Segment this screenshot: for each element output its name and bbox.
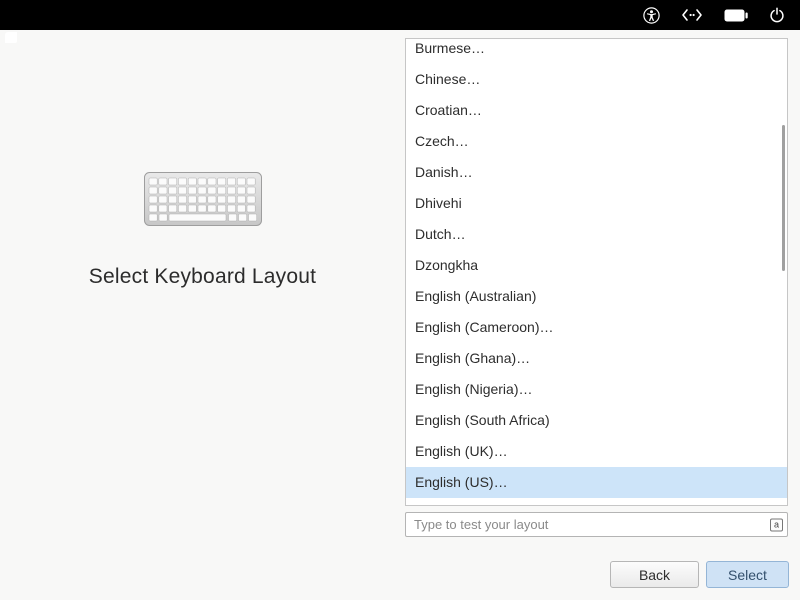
select-button[interactable]: Select — [706, 561, 789, 588]
layout-list-item[interactable]: English (Australian) — [406, 281, 787, 312]
layout-list-item[interactable]: English (Nigeria)… — [406, 374, 787, 405]
layout-list-item[interactable]: Croatian… — [406, 95, 787, 126]
network-icon[interactable] — [681, 8, 703, 22]
action-bar: Back Select — [610, 561, 789, 588]
keyboard-preview-icon[interactable]: a — [770, 518, 783, 531]
layout-list-item[interactable]: Czech… — [406, 126, 787, 157]
list-scrollbar[interactable] — [782, 125, 785, 271]
layout-list-item[interactable]: Danish… — [406, 157, 787, 188]
layout-list-item[interactable]: English (UK)… — [406, 436, 787, 467]
layout-list-item[interactable]: English (Ghana)… — [406, 343, 787, 374]
layout-test-input[interactable] — [405, 512, 788, 537]
back-button[interactable]: Back — [610, 561, 699, 588]
left-pane: Select Keyboard Layout — [0, 30, 405, 600]
keyboard-icon — [144, 172, 262, 231]
layout-list-rows: Burmese…Chinese…Croatian…Czech…Danish…Dh… — [406, 38, 787, 498]
test-entry-wrap: a — [405, 512, 788, 537]
layout-list-item[interactable]: Burmese… — [406, 38, 787, 64]
layout-list-item[interactable]: Dutch… — [406, 219, 787, 250]
layout-list-item[interactable]: English (South Africa) — [406, 405, 787, 436]
keyboard-layout-screen: Select Keyboard Layout Burmese…Chinese…C… — [0, 0, 800, 600]
accessibility-icon[interactable] — [643, 7, 660, 24]
right-pane: Burmese…Chinese…Croatian…Czech…Danish…Dh… — [405, 30, 800, 600]
layout-list-item[interactable]: English (US)… — [406, 467, 787, 498]
top-bar — [0, 0, 800, 30]
layout-list-item[interactable]: Dzongkha — [406, 250, 787, 281]
layout-list-item[interactable]: Dhivehi — [406, 188, 787, 219]
keyboard-layout-list: Burmese…Chinese…Croatian…Czech…Danish…Dh… — [405, 38, 788, 506]
page-title: Select Keyboard Layout — [89, 265, 316, 289]
layout-list-item[interactable]: Chinese… — [406, 64, 787, 95]
battery-icon[interactable] — [724, 9, 748, 22]
layout-list-item[interactable]: English (Cameroon)… — [406, 312, 787, 343]
power-icon[interactable] — [769, 7, 785, 23]
